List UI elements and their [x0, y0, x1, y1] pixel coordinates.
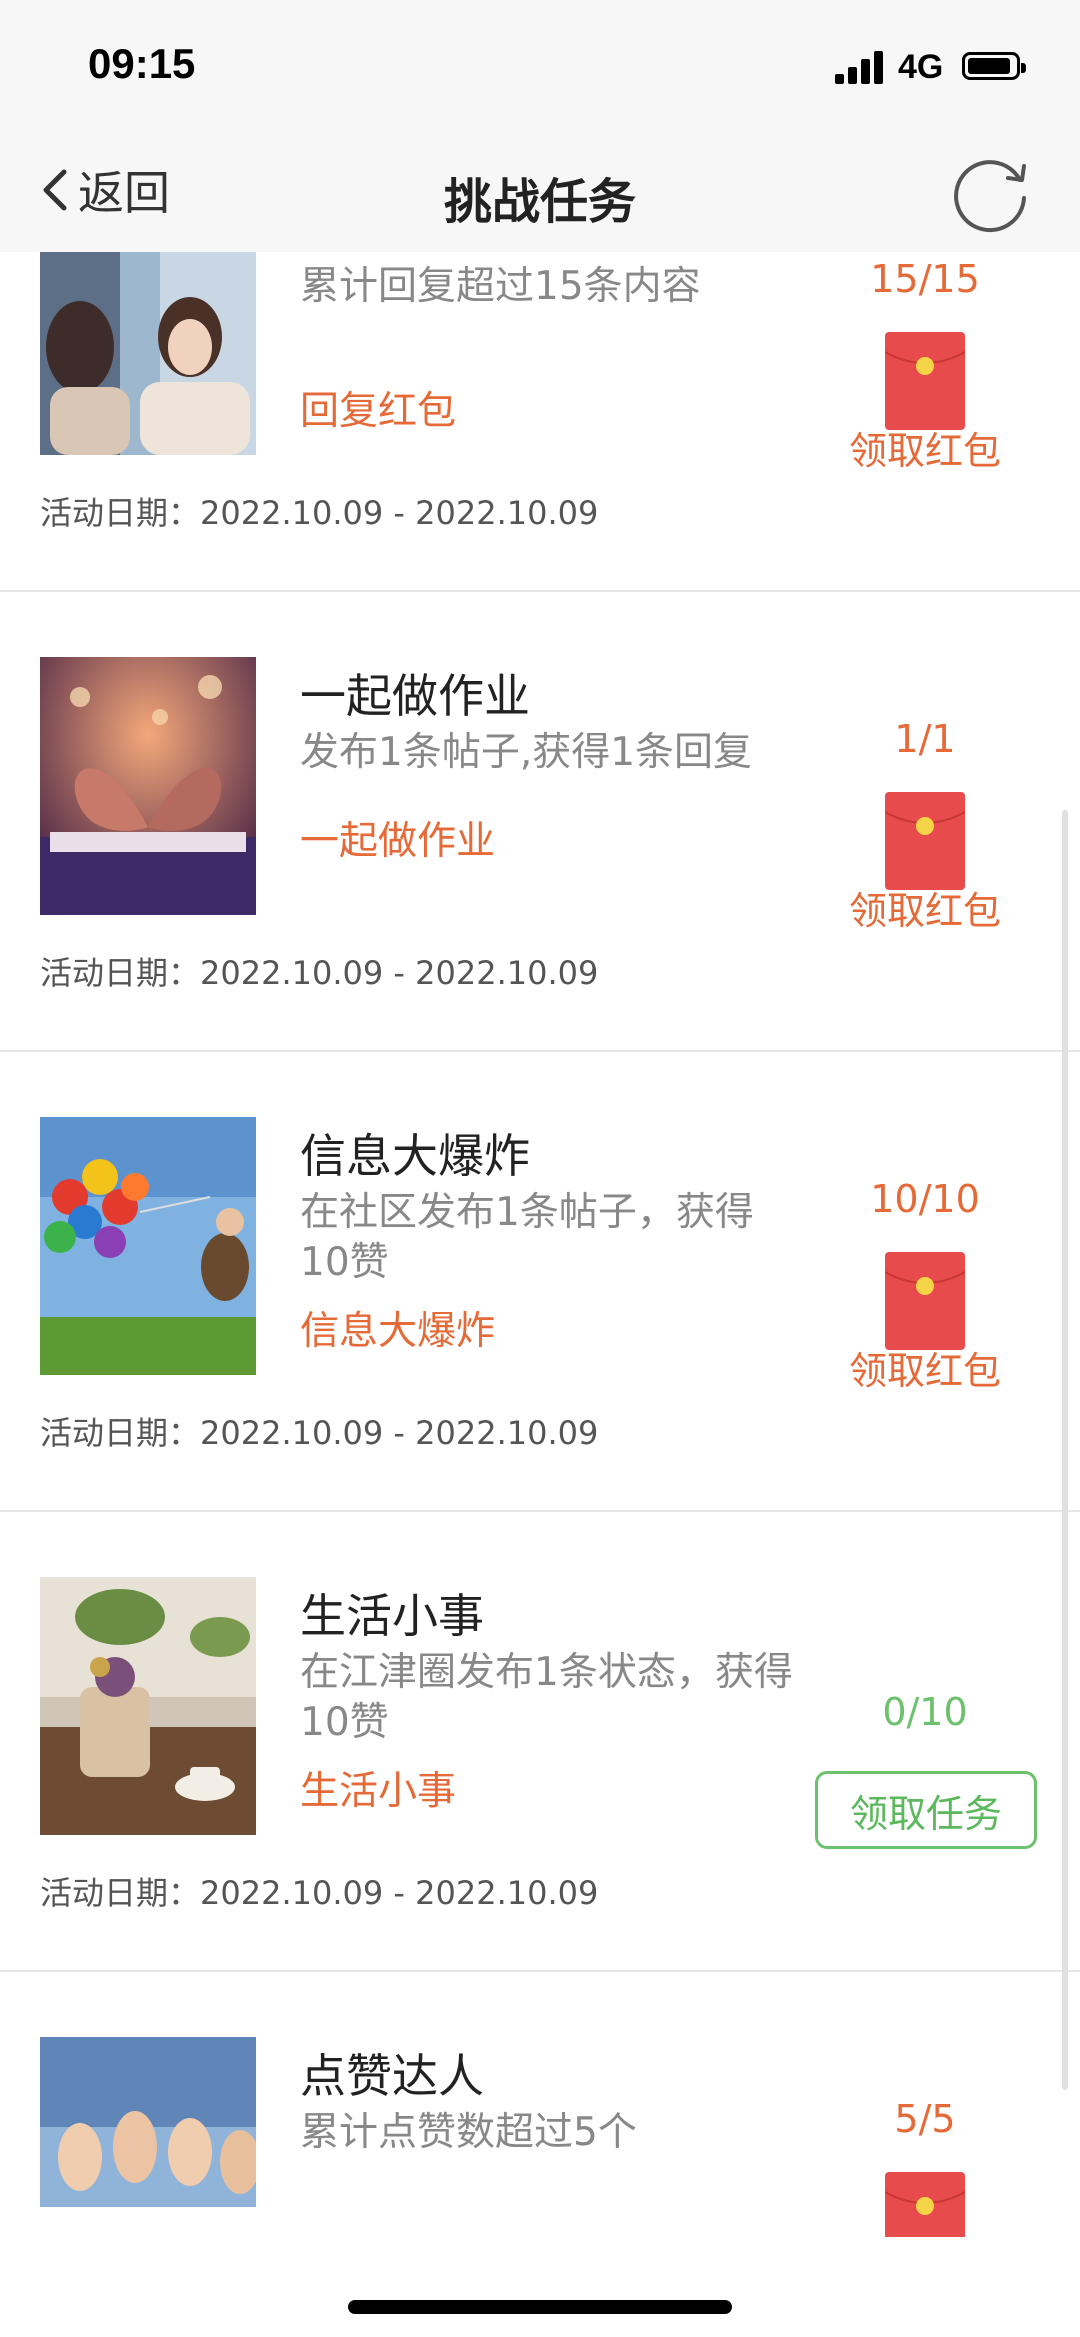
claim-reward-button[interactable]: 领取红包: [800, 1340, 1050, 1395]
task-title: 一起做作业: [300, 669, 530, 723]
task-item[interactable]: 累计回复超过15条内容 回复红包 活动日期：2022.10.09 - 2022.…: [0, 252, 1080, 592]
signal-icon: [835, 50, 885, 84]
task-thumbnail: [40, 252, 256, 455]
nav-bar: 返回 挑战任务: [0, 130, 1080, 252]
task-description: 发布1条帖子,获得1条回复: [300, 730, 753, 775]
task-description: 在江津圈发布1条状态，获得10赞: [300, 1650, 793, 1745]
task-item[interactable]: 信息大爆炸 在社区发布1条帖子，获得10赞 信息大爆炸 活动日期：2022.10…: [0, 1052, 1080, 1512]
task-progress: 5/5: [894, 2097, 956, 2141]
task-thumbnail: [40, 2037, 256, 2252]
task-tag: 信息大爆炸: [300, 1309, 496, 1354]
task-progress: 10/10: [870, 1177, 980, 1221]
task-date: 活动日期：2022.10.09 - 2022.10.09: [40, 1408, 598, 1454]
task-date: 活动日期：2022.10.09 - 2022.10.09: [40, 948, 598, 994]
task-date: 活动日期：2022.10.09 - 2022.10.09: [40, 1868, 598, 1914]
date-label: 活动日期：: [40, 494, 201, 532]
status-time: 09:15: [88, 40, 196, 87]
task-thumbnail: [40, 657, 256, 915]
page-title: 挑战任务: [443, 174, 636, 230]
task-progress: 1/1: [894, 717, 956, 761]
battery-icon: [962, 52, 1026, 80]
task-thumbnail: [40, 1117, 256, 1375]
date-label: 活动日期：: [40, 954, 201, 992]
task-date: 活动日期：2022.10.09 - 2022.10.09: [40, 488, 598, 534]
task-progress: 15/15: [870, 257, 980, 301]
accept-task-button[interactable]: 领取任务: [815, 1771, 1037, 1849]
red-envelope-icon[interactable]: [885, 1252, 965, 1350]
task-description: 累计点赞数超过5个: [300, 2110, 637, 2155]
task-item[interactable]: 生活小事 在江津圈发布1条状态，获得10赞 生活小事 活动日期：2022.10.…: [0, 1512, 1080, 1972]
task-list: 累计回复超过15条内容 回复红包 活动日期：2022.10.09 - 2022.…: [0, 252, 1080, 2252]
network-label: 4G: [898, 48, 944, 86]
home-bar-area: [0, 2237, 1080, 2337]
task-description: 累计回复超过15条内容: [300, 264, 701, 309]
task-tag: 回复红包: [300, 389, 457, 434]
home-indicator[interactable]: [348, 2300, 732, 2314]
task-tag: 生活小事: [300, 1769, 457, 1814]
task-item[interactable]: 一起做作业 发布1条帖子,获得1条回复 一起做作业 活动日期：2022.10.0…: [0, 592, 1080, 1052]
task-title: 点赞达人: [300, 2049, 484, 2103]
task-description: 在社区发布1条帖子，获得10赞: [300, 1190, 754, 1285]
date-range: 2022.10.09 - 2022.10.09: [200, 1874, 599, 1912]
date-range: 2022.10.09 - 2022.10.09: [200, 494, 599, 532]
claim-reward-button[interactable]: 领取红包: [800, 420, 1050, 475]
red-envelope-icon[interactable]: [885, 332, 965, 430]
date-range: 2022.10.09 - 2022.10.09: [200, 954, 599, 992]
red-envelope-icon[interactable]: [885, 792, 965, 890]
task-title: 生活小事: [300, 1589, 484, 1643]
claim-reward-button[interactable]: 领取红包: [800, 880, 1050, 935]
task-thumbnail: [40, 1577, 256, 1835]
date-range: 2022.10.09 - 2022.10.09: [200, 1414, 599, 1452]
status-bar: 09:15 4G: [0, 0, 1080, 130]
task-tag: 一起做作业: [300, 819, 496, 864]
refresh-icon[interactable]: [950, 150, 1034, 234]
task-progress: 0/10: [882, 1690, 968, 1734]
date-label: 活动日期：: [40, 1874, 201, 1912]
date-label: 活动日期：: [40, 1414, 201, 1452]
task-item[interactable]: 点赞达人 累计点赞数超过5个 5/5: [0, 1972, 1080, 2252]
scrollbar[interactable]: [1062, 810, 1068, 2090]
task-title: 信息大爆炸: [300, 1129, 530, 1183]
